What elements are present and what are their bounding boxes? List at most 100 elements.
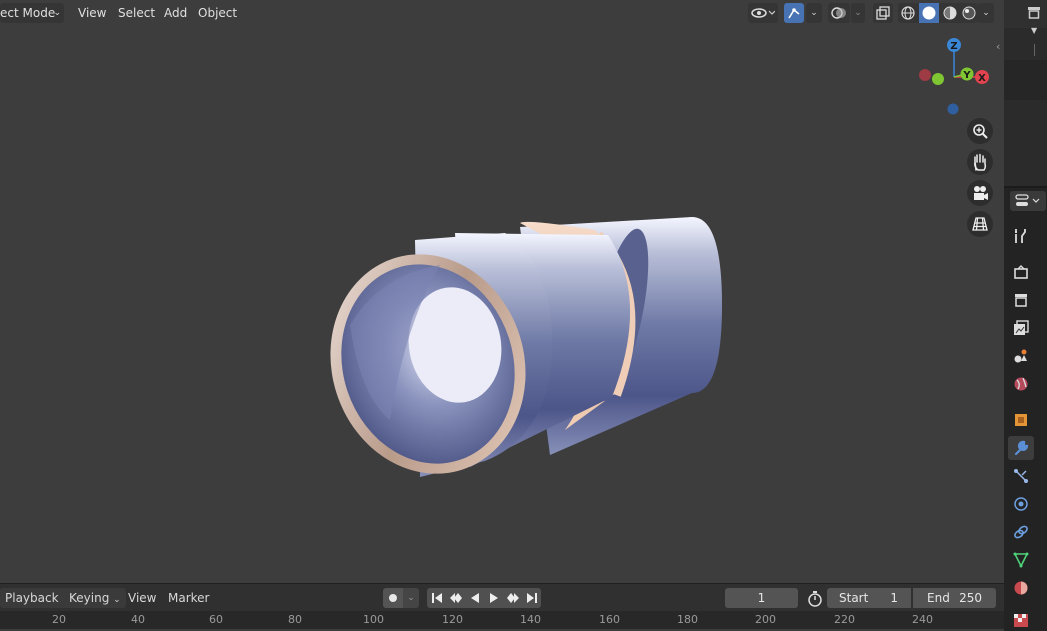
tab-tool[interactable]	[1008, 224, 1034, 248]
data-icon	[1013, 552, 1029, 568]
end-label: End	[927, 591, 950, 605]
current-frame-field[interactable]: 1	[725, 588, 798, 608]
constraints-icon	[1014, 525, 1028, 539]
mode-label: ect Mode	[0, 6, 56, 20]
rendered-shading-icon[interactable]	[961, 5, 977, 21]
scene-icon	[1014, 349, 1027, 363]
overlay-dropdown[interactable]: ⌄	[851, 3, 865, 23]
end-frame-field[interactable]: End 250	[913, 588, 996, 608]
play-reverse-button[interactable]	[465, 588, 484, 608]
shading-dropdown[interactable]: ⌄	[978, 3, 994, 23]
end-value: 250	[959, 591, 982, 605]
jump-to-end-button[interactable]	[522, 588, 541, 608]
chevron-down-icon: ⌄	[810, 8, 818, 18]
solid-shading-button[interactable]	[918, 3, 939, 23]
view-layer-icon	[1014, 320, 1029, 335]
record-icon	[389, 594, 397, 602]
cylinder-object[interactable]	[320, 205, 740, 495]
start-frame-field[interactable]: Start 1	[827, 588, 911, 608]
negative-y-axis-icon[interactable]	[932, 73, 944, 85]
jump-end-icon	[526, 593, 537, 603]
zoom-button[interactable]	[967, 118, 993, 144]
caret-down-icon[interactable]: ▼	[1031, 26, 1037, 35]
tab-modifier[interactable]	[1008, 436, 1034, 460]
tab-scene[interactable]	[1008, 344, 1034, 368]
chevron-down-icon: ⌄	[53, 8, 61, 18]
camera-view-button[interactable]	[967, 180, 993, 206]
jump-to-prev-keyframe-button[interactable]	[446, 588, 465, 608]
camera-icon	[974, 186, 988, 200]
tab-render[interactable]	[1008, 260, 1034, 284]
tab-view-layer[interactable]	[1008, 316, 1034, 340]
filter-icon	[1028, 7, 1040, 19]
prev-keyframe-icon	[449, 593, 462, 603]
outliner-filter-button[interactable]	[1027, 5, 1041, 19]
particles-icon	[1014, 469, 1028, 483]
collapse-sidebar-icon[interactable]: ‹	[996, 40, 1000, 53]
zoom-icon	[973, 124, 988, 139]
ruler-tick: 140	[520, 613, 541, 626]
x-axis-label: X	[978, 73, 986, 84]
tab-object[interactable]	[1008, 408, 1034, 432]
menu-marker[interactable]: Marker	[163, 588, 214, 608]
material-shading-icon[interactable]	[942, 5, 958, 21]
xray-toggle[interactable]	[873, 3, 893, 23]
tab-world[interactable]	[1008, 372, 1034, 396]
jump-to-start-button[interactable]	[427, 588, 446, 608]
perspective-toggle-button[interactable]	[967, 211, 993, 237]
mode-selector[interactable]: ect Mode ⌄	[0, 3, 64, 23]
tab-output[interactable]	[1008, 288, 1034, 312]
3d-viewport[interactable]: ect Mode ⌄ View Select Add Object ⌄ ⌄ ⌄ …	[0, 0, 1004, 583]
navigation-gizmo[interactable]: Y Z X	[914, 34, 994, 120]
negative-z-axis-icon[interactable]	[947, 103, 959, 115]
menu-select[interactable]: Select	[112, 3, 161, 23]
chevron-down-icon: ⌄	[407, 593, 415, 603]
outliner-row	[1004, 60, 1047, 100]
tab-particles[interactable]	[1008, 464, 1034, 488]
auto-keying-button[interactable]	[383, 588, 403, 608]
pan-button[interactable]	[967, 149, 993, 175]
timeline-ruler[interactable]: 20 40 60 80 100 120 140 160 180 200 220 …	[0, 611, 1004, 629]
ruler-tick: 60	[209, 613, 223, 626]
object-icon	[1015, 414, 1027, 426]
menu-keying[interactable]: Keying ⌄	[64, 588, 126, 608]
tab-physics[interactable]	[1008, 492, 1034, 516]
ruler-tick: 180	[677, 613, 698, 626]
chevron-down-icon: ⌄	[113, 595, 121, 605]
tab-constraints[interactable]	[1008, 520, 1034, 544]
grid-icon	[972, 217, 988, 231]
chevron-down-icon: ⌄	[982, 8, 990, 18]
menu-add[interactable]: Add	[158, 3, 193, 23]
tab-data[interactable]	[1008, 548, 1034, 572]
keying-label: Keying	[69, 591, 110, 605]
menu-view[interactable]: View	[72, 3, 112, 23]
z-axis-label: Z	[950, 41, 957, 52]
jump-start-icon	[431, 593, 442, 603]
gizmo-toggle[interactable]	[784, 3, 804, 23]
ruler-tick: 160	[599, 613, 620, 626]
start-value: 1	[890, 591, 898, 605]
menu-object[interactable]: Object	[192, 3, 243, 23]
tool-icon	[1015, 229, 1026, 243]
gizmo-dropdown[interactable]: ⌄	[806, 3, 822, 23]
next-keyframe-icon	[506, 593, 519, 603]
modifier-icon	[1014, 440, 1029, 456]
preview-range-toggle[interactable]	[805, 589, 825, 608]
tab-texture[interactable]	[1008, 610, 1034, 629]
play-button[interactable]	[484, 588, 503, 608]
tab-material[interactable]	[1008, 576, 1034, 600]
visibility-dropdown[interactable]	[748, 3, 778, 23]
negative-x-axis-icon[interactable]	[919, 69, 931, 81]
overlay-toggle[interactable]	[828, 3, 850, 23]
world-icon	[1014, 377, 1028, 391]
properties-editor-icon	[1015, 194, 1040, 206]
auto-keying-dropdown[interactable]: ⌄	[403, 588, 419, 608]
solid-shading-icon	[922, 6, 935, 20]
wireframe-shading-icon[interactable]	[900, 5, 916, 21]
menu-timeline-view[interactable]: View	[123, 588, 161, 608]
editor-type-button[interactable]	[1010, 191, 1046, 211]
xray-icon	[876, 6, 890, 20]
play-icon	[489, 593, 498, 603]
shading-mode-group[interactable]	[898, 3, 978, 23]
jump-to-next-keyframe-button[interactable]	[503, 588, 522, 608]
